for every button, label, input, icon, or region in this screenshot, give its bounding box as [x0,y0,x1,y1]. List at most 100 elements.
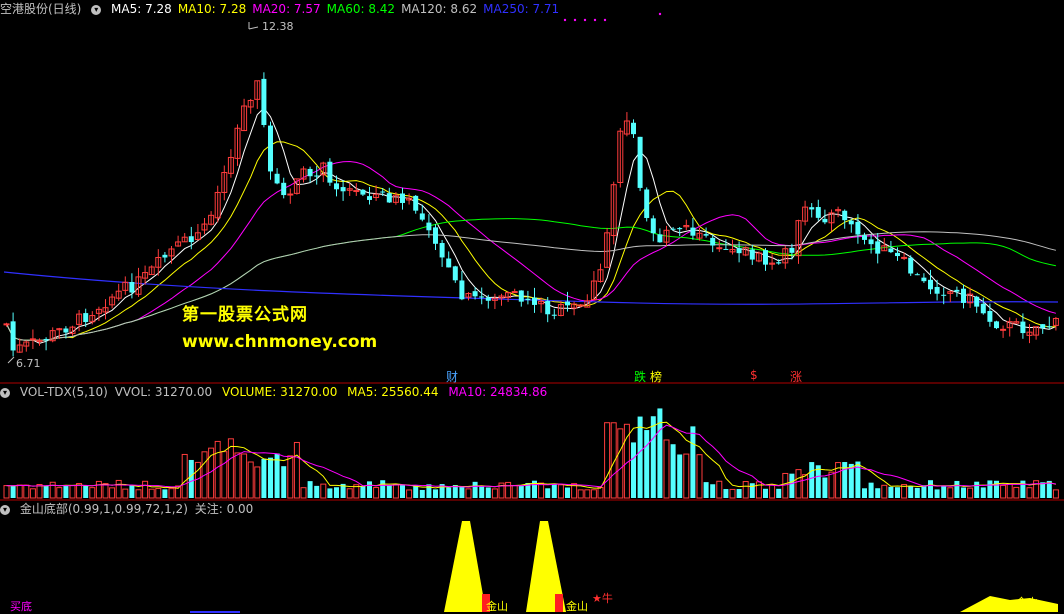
candle-body-down [439,243,445,258]
volume-bar-up [36,483,43,499]
candle-body-down [703,234,709,236]
stock-chart-canvas[interactable] [0,0,1064,614]
volume-bar-down [980,487,986,498]
volume-bar-down [327,488,333,498]
candle-body-down [386,193,392,203]
volume-bar-up [392,484,399,499]
volume-bar-down [815,465,821,498]
volume-bar-up [617,428,624,499]
candle-body-down [723,248,729,250]
candle-body-down [367,196,372,200]
event-marker-drop[interactable]: 跌 [634,368,646,385]
candle-body-down [815,207,821,218]
volume-bar-up [716,480,723,499]
volume-bar-up [155,488,162,499]
volume-bar-down [485,487,491,498]
event-marker-list[interactable]: 榜 [650,368,662,385]
event-marker-finance[interactable]: 财 [446,368,458,385]
volume-bar-down [10,485,16,498]
volume-bar-down [380,480,386,498]
volume-bar-down [789,473,795,498]
volume-bar-up [16,484,23,499]
event-marker-dollar[interactable]: $ [750,368,758,382]
event-dot [658,12,662,16]
ma250-line [3,271,1059,305]
volume-bar-up [241,453,248,499]
volume-bar-down [822,477,828,498]
high-price-label: 12.38 [262,20,294,33]
volume-bar-up [828,471,835,499]
event-marker-rise[interactable]: 涨 [790,368,802,385]
volume-bar-down [703,482,709,498]
candle-body-down [479,296,485,298]
volume-bar-down [670,444,676,498]
volume-bar-down [188,459,194,498]
candle-body-down [941,294,947,296]
volume-bar-up [1052,489,1059,499]
candle-body-down [43,338,49,341]
volume-bar-down [63,485,69,498]
volume-bar-up [729,488,736,499]
volume-bar-down [334,487,339,498]
volume-bar-down [565,487,570,498]
volume-bar-down [736,489,742,498]
volume-bar-up [1006,483,1013,499]
watermark-url[interactable]: www.chnmoney.com [182,332,377,352]
volume-bar-down [895,487,900,498]
candle-body-down [789,247,795,253]
volume-bar-down [954,480,960,498]
candle-body-down [268,125,273,172]
candle-body-down [631,122,636,135]
candle-body-down [657,234,663,243]
volume-bar-up [346,488,353,499]
volume-bar-down [386,485,392,498]
volume-bar-down [413,485,419,498]
volume-bar-down [459,486,465,498]
volume-bar-down [690,426,696,498]
volume-bar-down [961,487,966,498]
volume-bar-up [49,481,56,499]
candle-body-down [314,175,320,177]
volume-bar-up [465,488,472,499]
volume-bar-up [142,480,149,499]
candle-body-down [1020,321,1026,334]
volume-bar-down [862,488,867,498]
candle-body-down [644,189,650,218]
candle-body-down [340,187,346,192]
volume-bar-up [406,489,413,499]
volume-bar-down [479,486,485,498]
volume-bar-down [518,485,524,498]
volume-bar-up [947,487,954,499]
volume-bar-down [419,489,425,498]
volume-bar-down [868,482,874,498]
volume-bar-up [373,487,380,499]
candle-body-down [426,222,432,231]
volume-bar-up [769,484,776,499]
candle-body-down [690,227,696,236]
volume-bar-up [584,489,591,499]
candle-body-down [334,183,339,190]
volume-bar-up [511,484,518,499]
candle-body-up [29,338,36,341]
candle-body-down [994,321,999,329]
volume-bar-up [234,452,241,499]
candle-body-down [776,262,782,264]
volume-bar-down [908,486,914,498]
candle-body-down [459,280,465,300]
candle-body-down [921,277,927,282]
candle-body-up [3,323,10,326]
ma60-line [6,218,1056,341]
candle-body-down [842,210,848,221]
volume-bar-down [261,458,267,498]
candle-body-down [848,220,854,225]
signal-peak-1 [444,521,486,612]
volume-bar-up [1000,484,1007,499]
candle-body-down [822,218,828,223]
candle-body-up [1000,328,1007,331]
volume-bar-up [1013,486,1020,499]
event-dot [573,18,577,22]
low-marker-pointer [7,356,15,364]
volume-bar-down [43,485,49,498]
volume-bar-down [367,481,372,498]
candle-body-down [446,258,452,268]
